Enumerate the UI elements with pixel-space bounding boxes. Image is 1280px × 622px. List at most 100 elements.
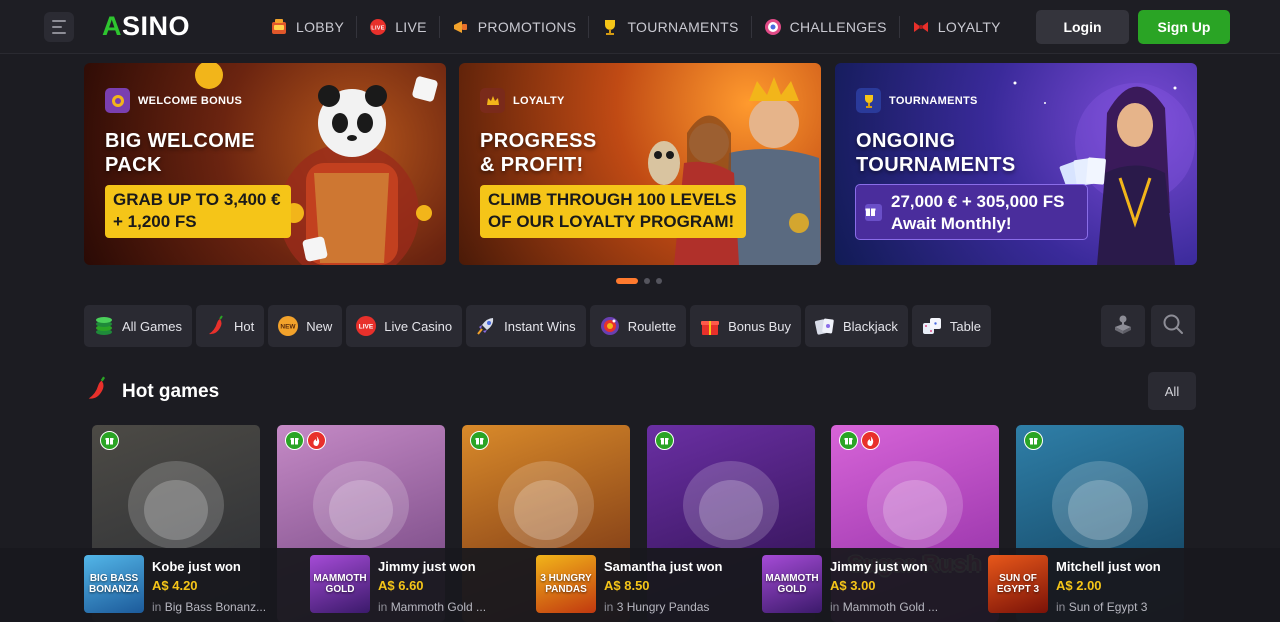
winner-item[interactable]: 3 HUNGRY PANDAS Samantha just won A$ 8.50 i… <box>536 555 722 615</box>
thumbnail-label: 3 HUNGRY PANDAS <box>540 573 592 595</box>
nav-label: PROMOTIONS <box>477 19 577 35</box>
banner-tournaments[interactable]: TOURNAMENTS ONGOING TOURNAMENTS 27,000 €… <box>835 63 1197 265</box>
gift-badge-icon <box>285 431 304 450</box>
svg-text:LIVE: LIVE <box>371 26 384 32</box>
banner-loyalty[interactable]: LOYALTY PROGRESS & PROFIT! CLIMB THROUGH… <box>459 63 821 265</box>
chips-icon <box>92 314 116 338</box>
chili-icon <box>84 376 110 408</box>
banner-title-line: PACK <box>105 154 162 176</box>
recent-winners-ticker: BIG BASS BONANZA Kobe just won A$ 4.20 in B… <box>0 548 1280 622</box>
nav-promotions[interactable]: PROMOTIONS <box>440 16 590 38</box>
banner-title: BIG WELCOME PACK <box>105 129 255 177</box>
game-badges <box>1024 431 1043 450</box>
live-badge-icon: LIVE <box>354 314 378 338</box>
category-label: Table <box>949 318 981 334</box>
winner-item[interactable]: SUN OF EGYPT 3 Mitchell just won A$ 2.00 in… <box>988 555 1161 615</box>
banner-offer: GRAB UP TO 3,400 € + 1,200 FS <box>105 185 291 238</box>
category-label: Instant Wins <box>504 318 576 334</box>
nav-label: LOYALTY <box>937 19 1001 35</box>
banner-title-line: BIG WELCOME <box>105 130 255 152</box>
banner-title: PROGRESS & PROFIT! <box>480 129 597 177</box>
carousel-dot-active[interactable] <box>616 278 638 284</box>
nav-lobby[interactable]: LOBBY <box>258 16 358 38</box>
signup-button[interactable]: Sign Up <box>1138 10 1230 44</box>
winner-item[interactable]: BIG BASS BONANZA Kobe just won A$ 4.20 in B… <box>84 555 266 615</box>
banner-title-line: ONGOING <box>856 130 956 152</box>
category-label: Live Casino <box>384 318 453 334</box>
banner-offer-line: OF OUR LOYALTY PROGRAM! <box>488 212 735 231</box>
roulette-icon <box>598 314 622 338</box>
banner-title-line: & PROFIT! <box>480 154 584 176</box>
winner-amount: A$ 3.00 <box>830 578 876 593</box>
banner-offer: 27,000 € + 305,000 FS Await Monthly! <box>855 184 1088 240</box>
gift-badge-icon <box>1024 431 1043 450</box>
panda-badge-icon <box>105 88 130 113</box>
site-logo[interactable]: A SINO <box>102 11 190 42</box>
thumbnail-label: MAMMOTH GOLD <box>313 573 367 595</box>
gift-icon <box>865 204 882 221</box>
winner-game-thumbnail: SUN OF EGYPT 3 <box>988 555 1048 613</box>
game-category-bar: All Games Hot NEW New LIVE Live Casino I… <box>84 305 991 347</box>
winner-item[interactable]: MAMMOTH GOLD Jimmy just won A$ 6.60 in Mamm… <box>310 555 486 615</box>
nav-challenges[interactable]: CHALLENGES <box>752 16 900 38</box>
chili-icon <box>204 314 228 338</box>
game-badges <box>470 431 489 450</box>
category-new[interactable]: NEW New <box>268 305 343 347</box>
menu-line <box>52 32 66 34</box>
nav-loyalty[interactable]: LOYALTY <box>900 16 1013 38</box>
nav-tournaments[interactable]: TOURNAMENTS <box>589 16 752 38</box>
live-badge-icon: LIVE <box>369 18 387 36</box>
winner-game-thumbnail: 3 HUNGRY PANDAS <box>536 555 596 613</box>
category-bonus-buy[interactable]: Bonus Buy <box>690 305 801 347</box>
winner-game: in Mammoth Gold ... <box>378 599 486 615</box>
winner-game-name: Sun of Egypt 3 <box>1068 600 1148 614</box>
winner-game: in 3 Hungry Pandas <box>604 599 722 615</box>
main-nav: LOBBY LIVE LIVE PROMOTIONS TOURNAMENTS C… <box>258 0 1013 54</box>
thumbnail-label: MAMMOTH GOLD <box>765 573 819 595</box>
category-blackjack[interactable]: Blackjack <box>804 305 908 347</box>
banner-tag: WELCOME BONUS <box>105 88 242 113</box>
nav-live[interactable]: LIVE LIVE <box>357 16 440 38</box>
category-label: Roulette <box>627 318 677 334</box>
category-live-casino[interactable]: LIVE Live Casino <box>346 305 463 347</box>
winner-amount: A$ 8.50 <box>604 578 650 593</box>
winner-item[interactable]: MAMMOTH GOLD Jimmy just won A$ 3.00 in Mamm… <box>762 555 938 615</box>
logo-text: SINO <box>122 11 191 41</box>
winner-text: Kobe just won A$ 4.20 in Big Bass Bonanz..… <box>152 555 266 615</box>
trophy-badge-icon <box>856 88 881 113</box>
joystick-icon <box>1112 313 1134 340</box>
winner-game: in Sun of Egypt 3 <box>1056 599 1161 615</box>
category-roulette[interactable]: Roulette <box>589 305 687 347</box>
search-button[interactable] <box>1151 305 1195 347</box>
winner-game-name: Mammoth Gold ... <box>842 600 939 614</box>
section-title-hot-games: Hot games <box>84 376 219 408</box>
winner-game-thumbnail: MAMMOTH GOLD <box>762 555 822 613</box>
new-badge-icon: NEW <box>276 314 300 338</box>
carousel-dot[interactable] <box>656 278 662 284</box>
top-header: A SINO LOBBY LIVE LIVE PROMOTIONS TOURNAM… <box>0 0 1280 54</box>
hamburger-menu-button[interactable] <box>44 12 74 42</box>
winner-game-prefix: in <box>1056 600 1066 614</box>
banner-welcome-bonus[interactable]: WELCOME BONUS BIG WELCOME PACK GRAB UP T… <box>84 63 446 265</box>
category-all-games[interactable]: All Games <box>84 305 192 347</box>
nav-label: TOURNAMENTS <box>627 19 739 35</box>
login-button[interactable]: Login <box>1036 10 1129 44</box>
category-instant-wins[interactable]: Instant Wins <box>466 305 586 347</box>
category-table[interactable]: Table <box>911 305 991 347</box>
megaphone-icon <box>452 18 470 36</box>
nav-label: LIVE <box>395 19 427 35</box>
winner-game-prefix: in <box>152 600 162 614</box>
gift-badge-icon <box>655 431 674 450</box>
gift-badge-icon <box>100 431 119 450</box>
provider-filter-button[interactable] <box>1101 305 1145 347</box>
winner-game-name: 3 Hungry Pandas <box>616 600 710 614</box>
carousel-dot[interactable] <box>644 278 650 284</box>
winner-text: Mitchell just won A$ 2.00 in Sun of Egypt … <box>1056 555 1161 615</box>
winner-text: Jimmy just won A$ 3.00 in Mammoth Gold ... <box>830 555 938 615</box>
winner-name: Mitchell just won <box>1056 559 1161 574</box>
winner-amount: A$ 4.20 <box>152 578 198 593</box>
category-hot[interactable]: Hot <box>195 305 265 347</box>
winner-name: Kobe just won <box>152 559 241 574</box>
view-all-button[interactable]: All <box>1148 372 1196 410</box>
winner-game-prefix: in <box>378 600 388 614</box>
